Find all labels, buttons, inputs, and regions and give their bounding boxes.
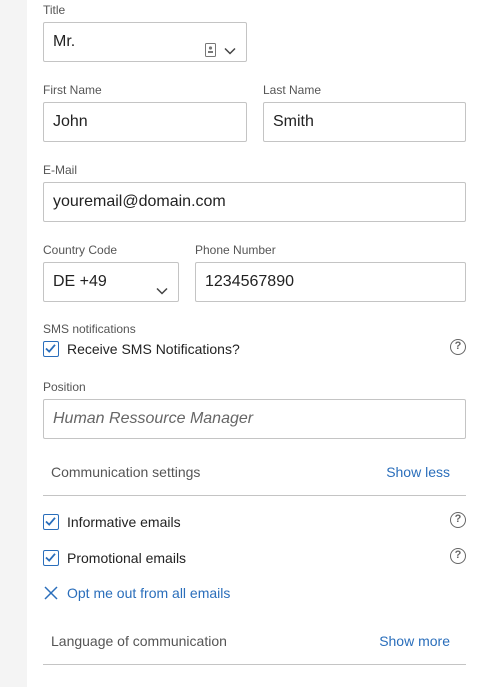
first-name-value: John [53, 113, 88, 130]
country-code-value: DE +49 [53, 273, 107, 290]
title-select[interactable]: Mr. [43, 22, 247, 62]
sms-section-label: SMS notifications [43, 322, 136, 336]
language-header: Language of communication Show more [43, 625, 466, 665]
check-icon [45, 553, 56, 562]
informative-emails-checkbox[interactable] [43, 514, 59, 530]
opt-out-label: Opt me out from all emails [67, 585, 231, 601]
title-label: Title [43, 3, 66, 17]
close-icon [43, 585, 59, 601]
contact-card-icon [205, 34, 216, 57]
first-name-label: First Name [43, 83, 102, 97]
last-name-value: Smith [273, 113, 314, 130]
communication-settings-title: Communication settings [51, 464, 201, 480]
last-name-field[interactable]: Smith [263, 102, 466, 142]
communication-settings-header: Communication settings Show less [43, 456, 466, 496]
sms-checkbox[interactable] [43, 341, 59, 357]
show-more-link[interactable]: Show more [379, 633, 450, 649]
show-less-link[interactable]: Show less [386, 464, 450, 480]
help-icon[interactable]: ? [450, 548, 466, 564]
title-value: Mr. [53, 33, 76, 50]
chevron-down-icon [223, 35, 237, 55]
chevron-down-icon [155, 275, 169, 295]
last-name-label: Last Name [263, 83, 322, 97]
help-icon[interactable]: ? [450, 512, 466, 528]
position-label: Position [43, 380, 86, 394]
check-icon [45, 517, 56, 526]
phone-value: 1234567890 [205, 273, 294, 290]
phone-label: Phone Number [195, 243, 276, 257]
email-label: E-Mail [43, 163, 78, 177]
help-icon[interactable]: ? [450, 339, 466, 355]
check-icon [45, 344, 56, 353]
informative-emails-label[interactable]: Informative emails [67, 513, 181, 531]
phone-field[interactable]: 1234567890 [195, 262, 466, 302]
email-field[interactable]: youremail@domain.com [43, 182, 466, 222]
position-field[interactable]: Human Ressource Manager [43, 399, 466, 439]
first-name-field[interactable]: John [43, 102, 247, 142]
country-code-select[interactable]: DE +49 [43, 262, 179, 302]
promotional-emails-checkbox[interactable] [43, 550, 59, 566]
country-code-label: Country Code [43, 243, 118, 257]
promotional-emails-label[interactable]: Promotional emails [67, 549, 186, 567]
email-value: youremail@domain.com [53, 193, 226, 210]
language-title: Language of communication [51, 633, 227, 649]
sms-checkbox-label[interactable]: Receive SMS Notifications? [67, 340, 240, 358]
